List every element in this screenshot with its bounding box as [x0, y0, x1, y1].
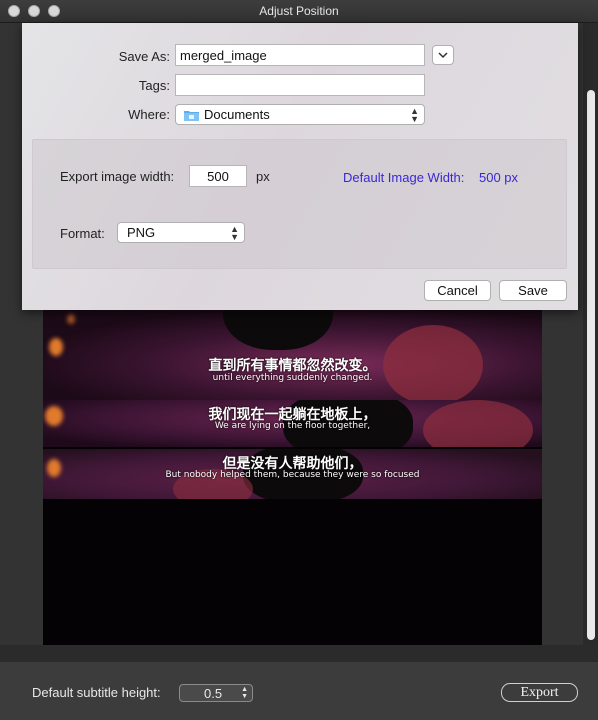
chevron-down-icon — [438, 52, 448, 59]
where-value: Documents — [204, 107, 270, 122]
where-popup[interactable]: Documents ▲ ▼ — [175, 104, 425, 125]
save-as-label: Save As: — [118, 49, 170, 64]
window-title: Adjust Position — [259, 4, 339, 18]
bokeh-light — [67, 314, 75, 324]
export-width-input[interactable]: 500 — [189, 165, 247, 187]
save-sheet: Save As: merged_image Tags: Where: Docum… — [22, 23, 578, 310]
chevron-updown-icon: ▲ ▼ — [241, 686, 248, 700]
default-width-label: Default Image Width: — [343, 170, 465, 185]
subtitle-height-label: Default subtitle height: — [32, 685, 161, 700]
chevron-updown-icon: ▲ ▼ — [230, 224, 239, 242]
title-bar: Adjust Position — [0, 0, 598, 23]
export-options-panel: Export image width: 500 px Default Image… — [32, 139, 567, 269]
export-button[interactable]: Export — [501, 683, 578, 702]
expand-button[interactable] — [432, 45, 454, 65]
default-width-value: 500 px — [479, 170, 519, 185]
subtitle-height-value: 0.5 — [204, 686, 223, 701]
subtitle-english: But nobody helped them, because they wer… — [165, 470, 420, 480]
save-button[interactable]: Save — [499, 280, 567, 301]
bottom-bar: Default subtitle height: 0.5 ▲ ▼ Export — [0, 661, 598, 720]
subtitle-height-stepper[interactable]: 0.5 ▲ ▼ — [179, 684, 253, 702]
folder-icon — [184, 111, 199, 121]
scrollbar-thumb[interactable] — [587, 90, 595, 640]
tags-label: Tags: — [138, 78, 170, 93]
format-label: Format: — [60, 226, 105, 241]
where-label: Where: — [128, 107, 170, 122]
save-as-input[interactable]: merged_image — [175, 44, 425, 66]
export-width-unit: px — [256, 169, 270, 184]
subtitle-english: We are lying on the floor together, — [214, 421, 371, 431]
bokeh-light — [49, 338, 63, 356]
hair-shape — [223, 310, 333, 350]
export-width-label: Export image width: — [60, 169, 175, 184]
subtitle-frame-3: 但是没有人帮助他们， But nobody helped them, becau… — [43, 449, 542, 499]
format-popup[interactable]: PNG ▲ ▼ — [117, 222, 245, 243]
subtitle-chinese: 直到所有事情都忽然改变。 — [208, 358, 377, 374]
subtitle-english: until everything suddenly changed. — [212, 373, 373, 383]
chevron-updown-icon: ▲ ▼ — [410, 106, 419, 124]
subtitle-frame-2: 我们现在一起躺在地板上， We are lying on the floor t… — [43, 400, 542, 447]
format-value: PNG — [127, 225, 156, 240]
subtitle-frame-1: 直到所有事情都忽然改变。 until everything suddenly c… — [43, 310, 542, 400]
cancel-button[interactable]: Cancel — [424, 280, 491, 301]
tags-input[interactable] — [175, 74, 425, 96]
